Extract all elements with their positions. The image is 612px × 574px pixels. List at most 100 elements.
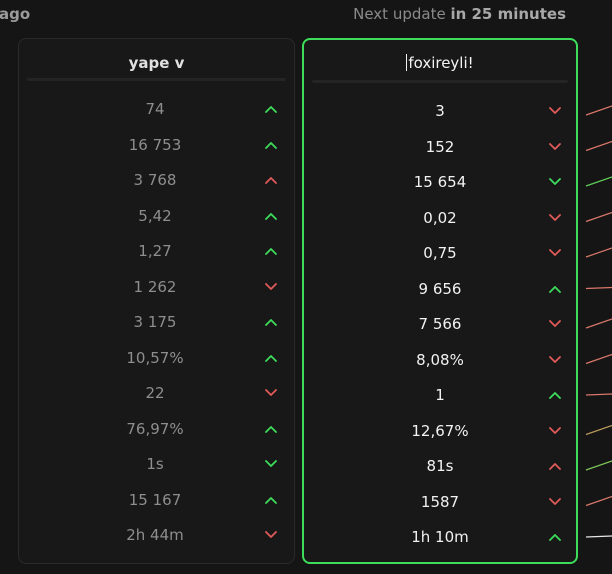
chevron-down-icon bbox=[547, 135, 563, 159]
chevron-down-icon bbox=[547, 490, 563, 514]
chevron-up-icon bbox=[263, 133, 279, 157]
stat-row: 3 175 bbox=[19, 310, 294, 334]
stat-row: 0,75 bbox=[304, 241, 576, 265]
stat-value: 0,02 bbox=[423, 208, 457, 227]
trend-sparkline bbox=[585, 424, 612, 436]
trend-sparkline bbox=[585, 535, 612, 538]
chevron-up-icon bbox=[263, 346, 279, 370]
chevron-down-icon bbox=[547, 99, 563, 123]
trend-sparkline bbox=[585, 247, 612, 258]
trend-sparkline bbox=[585, 460, 612, 471]
stat-row: 8,08% bbox=[304, 348, 576, 372]
chevron-up-icon bbox=[263, 239, 279, 263]
stat-value: 2h 44m bbox=[126, 526, 184, 544]
stat-value: 3 768 bbox=[133, 171, 177, 189]
stat-row: 1 bbox=[304, 383, 576, 407]
stat-row: 5,42 bbox=[19, 204, 294, 228]
column-divider bbox=[312, 80, 568, 83]
time-ago-fragment: ago bbox=[0, 5, 31, 23]
stat-row: 16 753 bbox=[19, 133, 294, 157]
stat-value: 9 656 bbox=[418, 279, 462, 298]
player-column-yape[interactable]: yape v 74 16 753 3 768 5,42 1,27 1 262 3 175 10… bbox=[18, 38, 295, 564]
stat-value: 1s bbox=[146, 455, 164, 473]
next-update-notice: Next update in 25 minutes bbox=[353, 5, 566, 23]
trend-sparkline bbox=[585, 105, 612, 116]
chevron-down-icon bbox=[547, 348, 563, 372]
stat-row: 74 bbox=[19, 97, 294, 121]
chevron-down-icon bbox=[263, 381, 279, 405]
stat-row: 1587 bbox=[304, 490, 576, 514]
chevron-down-icon bbox=[547, 312, 563, 336]
chevron-up-icon bbox=[263, 168, 279, 192]
chevron-down-icon bbox=[547, 419, 563, 443]
stat-value: 12,67% bbox=[411, 421, 469, 440]
chevron-up-icon bbox=[263, 310, 279, 334]
stat-row: 10,57% bbox=[19, 346, 294, 370]
stat-value: 1,27 bbox=[138, 242, 172, 260]
stat-value: 10,57% bbox=[126, 348, 184, 367]
stat-value: 3 175 bbox=[133, 313, 177, 331]
trend-sparkline bbox=[585, 211, 612, 223]
stat-value: 0,75 bbox=[423, 244, 457, 262]
next-update-time: in 25 minutes bbox=[450, 5, 566, 23]
chevron-up-icon bbox=[547, 525, 563, 549]
stat-value: 15 167 bbox=[128, 490, 182, 509]
column-divider bbox=[27, 78, 286, 81]
stat-value: 152 bbox=[425, 137, 455, 156]
stat-value: 8,08% bbox=[416, 350, 464, 369]
stat-row: 0,02 bbox=[304, 206, 576, 230]
sparkline-strip bbox=[585, 105, 612, 538]
stat-row: 3 bbox=[304, 99, 576, 123]
stat-value: 1 bbox=[435, 386, 445, 404]
stat-value: 5,42 bbox=[138, 206, 172, 225]
stat-row: 3 768 bbox=[19, 168, 294, 192]
player-name-input[interactable]: foxireyli! bbox=[304, 54, 576, 72]
stat-value: 16 753 bbox=[128, 135, 182, 154]
player-name: yape v bbox=[128, 54, 185, 72]
trend-sparkline bbox=[585, 286, 612, 290]
stat-row: 1h 10m bbox=[304, 525, 576, 549]
chevron-down-icon bbox=[263, 275, 279, 299]
trend-sparkline bbox=[585, 495, 612, 507]
chevron-down-icon bbox=[547, 241, 563, 265]
stat-row: 7 566 bbox=[304, 312, 576, 336]
stat-value: 74 bbox=[145, 100, 165, 118]
stat-value: 1 262 bbox=[133, 277, 177, 296]
chevron-up-icon bbox=[547, 383, 563, 407]
stat-value: 81s bbox=[426, 457, 454, 475]
stat-value: 1587 bbox=[420, 492, 460, 511]
chevron-down-icon bbox=[547, 170, 563, 194]
chevron-up-icon bbox=[547, 454, 563, 478]
chevron-up-icon bbox=[263, 97, 279, 121]
trend-sparkline bbox=[585, 353, 612, 365]
chevron-up-icon bbox=[547, 277, 563, 301]
stat-value: 3 bbox=[435, 102, 445, 120]
chevron-up-icon bbox=[263, 488, 279, 512]
stat-row: 2h 44m bbox=[19, 523, 294, 547]
trend-sparkline bbox=[585, 393, 612, 396]
chevron-down-icon bbox=[547, 206, 563, 230]
stat-row: 1,27 bbox=[19, 239, 294, 263]
stat-row: 12,67% bbox=[304, 419, 576, 443]
stat-value: 15 654 bbox=[413, 173, 467, 191]
trend-sparkline bbox=[585, 318, 612, 329]
player-column-foxireyli[interactable]: foxireyli! 3 152 15 654 0,02 0,75 9 656 7 566 8… bbox=[302, 38, 578, 564]
stat-value: 76,97% bbox=[126, 419, 184, 438]
trend-sparkline bbox=[585, 140, 612, 152]
stat-row: 1s bbox=[19, 452, 294, 476]
stat-row: 15 654 bbox=[304, 170, 576, 194]
comparison-panel: ago Next update in 25 minutes yape v 74 1… bbox=[0, 0, 612, 574]
stat-row: 1 262 bbox=[19, 275, 294, 299]
stat-row: 22 bbox=[19, 381, 294, 405]
chevron-down-icon bbox=[263, 452, 279, 476]
stat-value: 22 bbox=[145, 384, 165, 402]
next-update-prefix: Next update bbox=[353, 5, 451, 23]
stat-row: 9 656 bbox=[304, 277, 576, 301]
chevron-down-icon bbox=[263, 523, 279, 547]
stat-row: 152 bbox=[304, 135, 576, 159]
chevron-up-icon bbox=[263, 417, 279, 441]
stat-value: 7 566 bbox=[418, 315, 462, 333]
player-name: foxireyli! bbox=[408, 54, 474, 72]
stat-row: 76,97% bbox=[19, 417, 294, 441]
stat-row: 15 167 bbox=[19, 488, 294, 512]
